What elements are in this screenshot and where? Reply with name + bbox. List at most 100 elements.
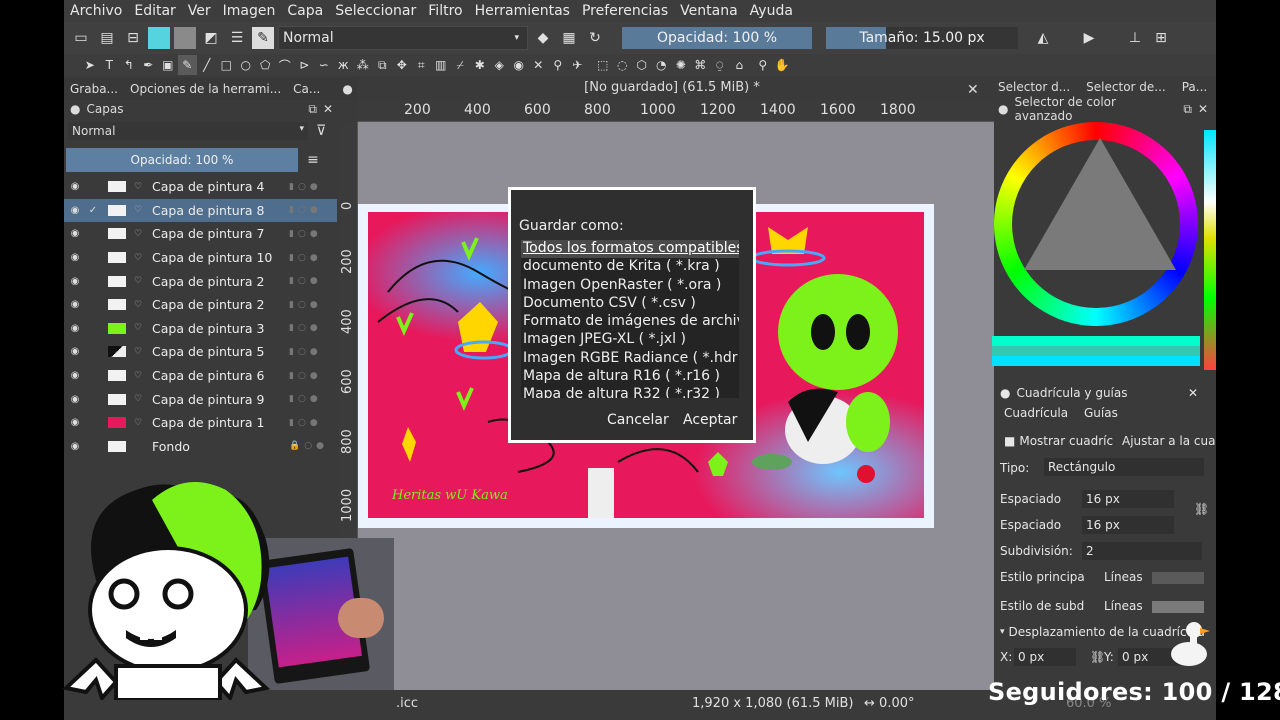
tab-capas[interactable]: Ca... (287, 82, 326, 96)
pin-icon[interactable]: ● (1000, 386, 1010, 400)
alpha-icon[interactable]: ● (310, 253, 318, 263)
menu-seleccionar[interactable]: Seleccionar (329, 3, 422, 19)
gradient-icon[interactable]: ☰ (226, 27, 248, 49)
color-shade-strip[interactable] (992, 336, 1200, 366)
grid-type-select[interactable]: Rectángulo (1044, 458, 1204, 476)
menu-ventana[interactable]: Ventana (674, 3, 744, 19)
freehand-path-icon[interactable]: ∽ (314, 55, 334, 75)
sub-style-select[interactable]: Líneas (1104, 599, 1143, 613)
polyline-tool-icon[interactable]: ⌒ (275, 55, 295, 75)
mirror-horizontal-icon[interactable]: ◭ (1032, 27, 1054, 49)
hamburger-menu-icon[interactable]: ≡ (298, 152, 328, 168)
layer-row[interactable]: ◉ ♡ Capa de pintura 5 ▮ ○ ● (64, 340, 337, 364)
open-document-icon[interactable]: ▤ (96, 27, 118, 49)
layer-row[interactable]: ◉ ♡ Capa de pintura 7 ▮ ○ ● (64, 222, 337, 246)
smart-patch-icon[interactable]: ✱ (470, 55, 490, 75)
menu-imagen[interactable]: Imagen (217, 3, 282, 19)
format-option[interactable]: Imagen OpenRaster ( *.ora ) (521, 277, 739, 295)
layer-row[interactable]: ◉ ♡ Capa de pintura 3 ▮ ○ ● (64, 317, 337, 341)
pan-icon[interactable]: ✋ (773, 55, 793, 75)
lock-icon[interactable]: ▮ (289, 300, 294, 310)
alpha-icon[interactable]: ● (310, 347, 318, 357)
close-icon[interactable]: ✕ (1188, 386, 1198, 400)
layer-row[interactable]: ◉ ✓ ♡ Capa de pintura 8 ▮ ○ ● (64, 198, 337, 223)
polygon-select-icon[interactable]: ⬡ (632, 55, 652, 75)
alpha-icon[interactable]: ● (310, 323, 318, 333)
lock-icon[interactable]: ▮ (289, 182, 294, 192)
inherit-alpha-icon[interactable]: ○ (298, 276, 306, 286)
inherit-alpha-icon[interactable]: ○ (298, 347, 306, 357)
layer-row[interactable]: ◉ Fondo 🔒 ○ ● (64, 435, 337, 459)
menu-archivo[interactable]: Archivo (64, 3, 128, 19)
new-document-icon[interactable]: ▭ (70, 27, 92, 49)
close-document-icon[interactable]: ✕ (967, 82, 979, 98)
menu-ayuda[interactable]: Ayuda (744, 3, 799, 19)
dynamic-brush-icon[interactable]: ж (334, 55, 354, 75)
lock-icon[interactable]: ▮ (289, 276, 294, 286)
close-icon[interactable]: ✕ (1198, 102, 1208, 116)
main-style-color[interactable] (1152, 572, 1204, 584)
close-icon[interactable]: ✕ (323, 102, 333, 116)
inherit-alpha-icon[interactable]: ○ (298, 394, 306, 404)
tab-opciones-herramienta[interactable]: Opciones de la herrami... (124, 82, 287, 96)
pin-icon[interactable]: ● (998, 102, 1008, 116)
alpha-icon[interactable]: ● (316, 441, 324, 451)
bezier-select-icon[interactable]: ⍜ (710, 55, 730, 75)
rectangle-tool-icon[interactable]: □ (217, 55, 237, 75)
inherit-alpha-icon[interactable]: ○ (298, 371, 306, 381)
lock-icon[interactable]: 🔒 (289, 441, 300, 451)
eye-icon[interactable]: ◉ (64, 252, 86, 263)
inherit-alpha-icon[interactable]: ○ (298, 205, 306, 215)
bezier-tool-icon[interactable]: ⊳ (295, 55, 315, 75)
edit-shape-icon[interactable]: ↰ (119, 55, 139, 75)
fill-icon[interactable]: ▣ (158, 55, 178, 75)
eye-icon[interactable]: ◉ (64, 228, 86, 239)
contiguous-select-icon[interactable]: ✺ (671, 55, 691, 75)
lock-icon[interactable]: ▮ (289, 347, 294, 357)
eye-icon[interactable]: ◉ (64, 299, 86, 310)
inherit-alpha-icon[interactable]: ○ (298, 300, 306, 310)
background-color-swatch[interactable] (174, 27, 196, 49)
format-list[interactable]: Todos los formatos compatibles documento… (521, 240, 739, 398)
lock-icon[interactable]: ▮ (289, 253, 294, 263)
alpha-icon[interactable]: ● (310, 276, 318, 286)
eye-icon[interactable]: ◉ (64, 276, 86, 287)
accept-button[interactable]: Aceptar (679, 410, 741, 430)
canvas-only-icon[interactable]: ⊞ (1150, 27, 1172, 49)
tab-color-selector-2[interactable]: Selector de... (1086, 80, 1166, 94)
alpha-icon[interactable]: ● (310, 418, 318, 428)
color-history-strip[interactable] (1204, 130, 1216, 370)
wrap-around-icon[interactable]: ⊥ (1124, 27, 1146, 49)
format-option[interactable]: Todos los formatos compatibles (521, 240, 739, 259)
opacity-slider[interactable]: Opacidad: 100 % (622, 27, 812, 49)
foreground-color-swatch[interactable] (148, 27, 170, 49)
filter-icon[interactable]: ⊽ (316, 123, 326, 139)
docker-close-icon[interactable]: ● (336, 82, 358, 96)
inherit-alpha-icon[interactable]: ○ (298, 323, 306, 333)
alpha-icon[interactable]: ● (310, 205, 318, 215)
float-icon[interactable]: ⧉ (1183, 102, 1192, 117)
freehand-select-icon[interactable]: ◔ (652, 55, 672, 75)
eye-icon[interactable]: ◉ (64, 417, 86, 428)
multibrush-icon[interactable]: ⁂ (353, 55, 373, 75)
format-option[interactable]: Formato de imágenes de archivo (521, 313, 739, 331)
menu-editar[interactable]: Editar (128, 3, 181, 19)
lock-icon[interactable]: ▮ (289, 394, 294, 404)
inherit-alpha-icon[interactable]: ○ (298, 229, 306, 239)
similar-select-icon[interactable]: ⌘ (691, 55, 711, 75)
format-option[interactable]: Imagen RGBE Radiance ( *.hdr ) (521, 350, 739, 368)
measure-tool-icon[interactable]: ⚲ (548, 55, 568, 75)
size-slider[interactable]: Tamaño: 15.00 px (826, 27, 1018, 49)
menu-preferencias[interactable]: Preferencias (576, 3, 674, 19)
reference-tool-icon[interactable]: ✈ (568, 55, 588, 75)
menu-filtro[interactable]: Filtro (422, 3, 468, 19)
blend-mode-select[interactable]: Normal ▾ (278, 26, 528, 50)
lock-icon[interactable]: ▮ (289, 323, 294, 333)
lock-icon[interactable]: ▮ (289, 418, 294, 428)
select-shape-icon[interactable]: ➤ (80, 55, 100, 75)
format-option[interactable]: Mapa de altura R32 ( *.r32 ) (521, 386, 739, 398)
eye-icon[interactable]: ◉ (64, 346, 86, 357)
format-option[interactable]: Imagen JPEG-XL ( *.jxl ) (521, 331, 739, 349)
alpha-lock-icon[interactable]: ▦ (558, 27, 580, 49)
brush-preset-icon[interactable]: ✎ (252, 27, 274, 49)
